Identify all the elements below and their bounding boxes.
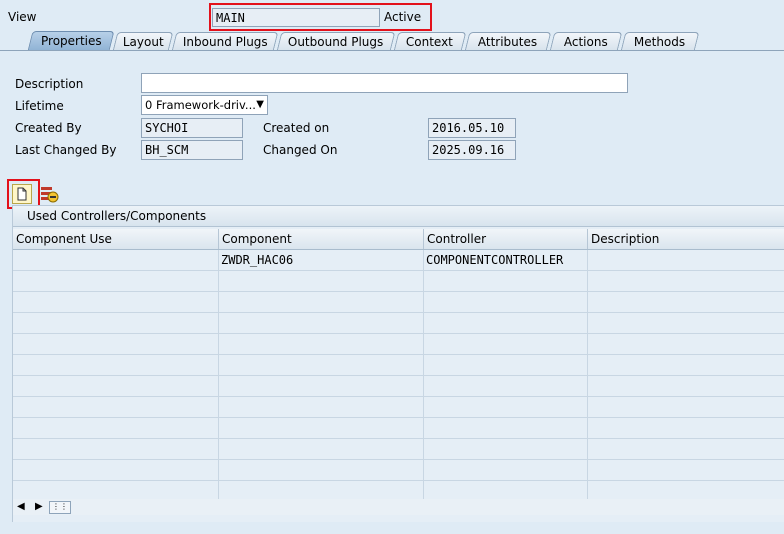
table-row[interactable]: ZWDR_HAC06 COMPONENTCONTROLLER — [13, 250, 784, 271]
table-row[interactable] — [13, 334, 784, 355]
cell-description[interactable] — [588, 439, 784, 459]
last-changed-by-field[interactable]: BH_SCM — [141, 140, 243, 160]
description-field[interactable] — [141, 73, 628, 93]
table-title-bar: Used Controllers/Components — [13, 206, 784, 227]
column-header-component[interactable]: Component — [219, 229, 424, 249]
cell-description[interactable] — [588, 334, 784, 354]
cell-description[interactable] — [588, 355, 784, 375]
cell-component[interactable] — [219, 481, 424, 501]
table-row[interactable] — [13, 418, 784, 439]
cell-controller[interactable] — [424, 355, 588, 375]
cell-component-use[interactable] — [13, 250, 219, 270]
table-row[interactable] — [13, 376, 784, 397]
cell-component[interactable]: ZWDR_HAC06 — [219, 250, 424, 270]
cell-component-use[interactable] — [13, 313, 219, 333]
table-title: Used Controllers/Components — [27, 209, 207, 223]
cell-controller[interactable] — [424, 460, 588, 480]
created-on-field[interactable]: 2016.05.10 — [428, 118, 516, 138]
cell-description[interactable] — [588, 418, 784, 438]
cell-component-use[interactable] — [13, 397, 219, 417]
tab-methods[interactable]: Methods — [620, 32, 700, 51]
horizontal-scrollbar[interactable]: ◀ ▶ ⋮⋮ — [13, 499, 784, 515]
cell-component[interactable] — [219, 292, 424, 312]
table-row[interactable] — [13, 397, 784, 418]
cell-component[interactable] — [219, 271, 424, 291]
dropdown-arrow-icon[interactable]: ▼ — [256, 96, 264, 114]
column-header-controller[interactable]: Controller — [424, 229, 588, 249]
column-header-description[interactable]: Description — [588, 229, 784, 249]
table-row[interactable] — [13, 460, 784, 481]
cell-controller[interactable] — [424, 397, 588, 417]
cell-controller[interactable] — [424, 271, 588, 291]
created-by-label: Created By — [15, 121, 82, 135]
table-row[interactable] — [13, 271, 784, 292]
highlight-box-view — [209, 3, 432, 31]
tab-actions[interactable]: Actions — [549, 32, 623, 51]
last-changed-by-label: Last Changed By — [15, 143, 117, 157]
tab-context[interactable]: Context — [393, 32, 467, 51]
cell-description[interactable] — [588, 271, 784, 291]
tab-attributes[interactable]: Attributes — [464, 32, 552, 51]
cell-component-use[interactable] — [13, 481, 219, 501]
cell-component-use[interactable] — [13, 355, 219, 375]
table-header: Component Use Component Controller Descr… — [13, 229, 784, 250]
cell-description[interactable] — [588, 376, 784, 396]
lifetime-label: Lifetime — [15, 99, 64, 113]
cell-controller[interactable] — [424, 418, 588, 438]
arrow-left-icon[interactable]: ◀ — [17, 501, 25, 512]
cell-description[interactable] — [588, 397, 784, 417]
table-row[interactable] — [13, 292, 784, 313]
cell-description[interactable] — [588, 481, 784, 501]
cell-controller[interactable] — [424, 292, 588, 312]
cell-description[interactable] — [588, 313, 784, 333]
tab-outbound-plugs[interactable]: Outbound Plugs — [276, 32, 396, 51]
changed-on-field[interactable]: 2025.09.16 — [428, 140, 516, 160]
lifetime-value: 0 Framework-driv... — [145, 98, 256, 112]
description-label: Description — [15, 77, 84, 91]
cell-description[interactable] — [588, 292, 784, 312]
cell-component-use[interactable] — [13, 271, 219, 291]
cell-component[interactable] — [219, 439, 424, 459]
tab-divider — [0, 50, 784, 51]
arrow-right-icon[interactable]: ▶ — [35, 501, 43, 512]
cell-controller[interactable] — [424, 439, 588, 459]
cell-description[interactable] — [588, 460, 784, 480]
changed-on-label: Changed On — [263, 143, 338, 157]
created-by-field[interactable]: SYCHOI — [141, 118, 243, 138]
cell-component-use[interactable] — [13, 292, 219, 312]
delete-row-icon — [41, 187, 59, 203]
cell-controller[interactable] — [424, 334, 588, 354]
cell-component-use[interactable] — [13, 418, 219, 438]
table-row[interactable] — [13, 355, 784, 376]
view-label: View — [8, 10, 37, 24]
cell-description[interactable] — [588, 250, 784, 270]
cell-component[interactable] — [219, 460, 424, 480]
table-row[interactable] — [13, 313, 784, 334]
cell-component-use[interactable] — [13, 334, 219, 354]
tab-strip: Properties Layout Inbound Plugs Outbound… — [12, 31, 784, 51]
table-row[interactable] — [13, 439, 784, 460]
cell-component[interactable] — [219, 355, 424, 375]
tab-properties[interactable]: Properties — [27, 31, 115, 51]
delete-row-button[interactable] — [40, 184, 60, 204]
used-controllers-table: Used Controllers/Components Component Us… — [12, 205, 784, 522]
cell-component-use[interactable] — [13, 460, 219, 480]
cell-component-use[interactable] — [13, 439, 219, 459]
cell-controller[interactable] — [424, 481, 588, 501]
cell-component[interactable] — [219, 313, 424, 333]
cell-component-use[interactable] — [13, 376, 219, 396]
cell-controller[interactable] — [424, 376, 588, 396]
tab-layout[interactable]: Layout — [112, 32, 174, 51]
cell-component[interactable] — [219, 376, 424, 396]
cell-component[interactable] — [219, 418, 424, 438]
column-settings-icon[interactable]: ⋮⋮ — [49, 501, 71, 514]
cell-controller[interactable]: COMPONENTCONTROLLER — [424, 250, 588, 270]
cell-component[interactable] — [219, 334, 424, 354]
tab-inbound-plugs[interactable]: Inbound Plugs — [171, 32, 279, 51]
lifetime-select[interactable]: 0 Framework-driv... ▼ — [141, 95, 268, 115]
cell-controller[interactable] — [424, 313, 588, 333]
cell-component[interactable] — [219, 397, 424, 417]
column-header-component-use[interactable]: Component Use — [13, 229, 219, 249]
created-on-label: Created on — [263, 121, 330, 135]
